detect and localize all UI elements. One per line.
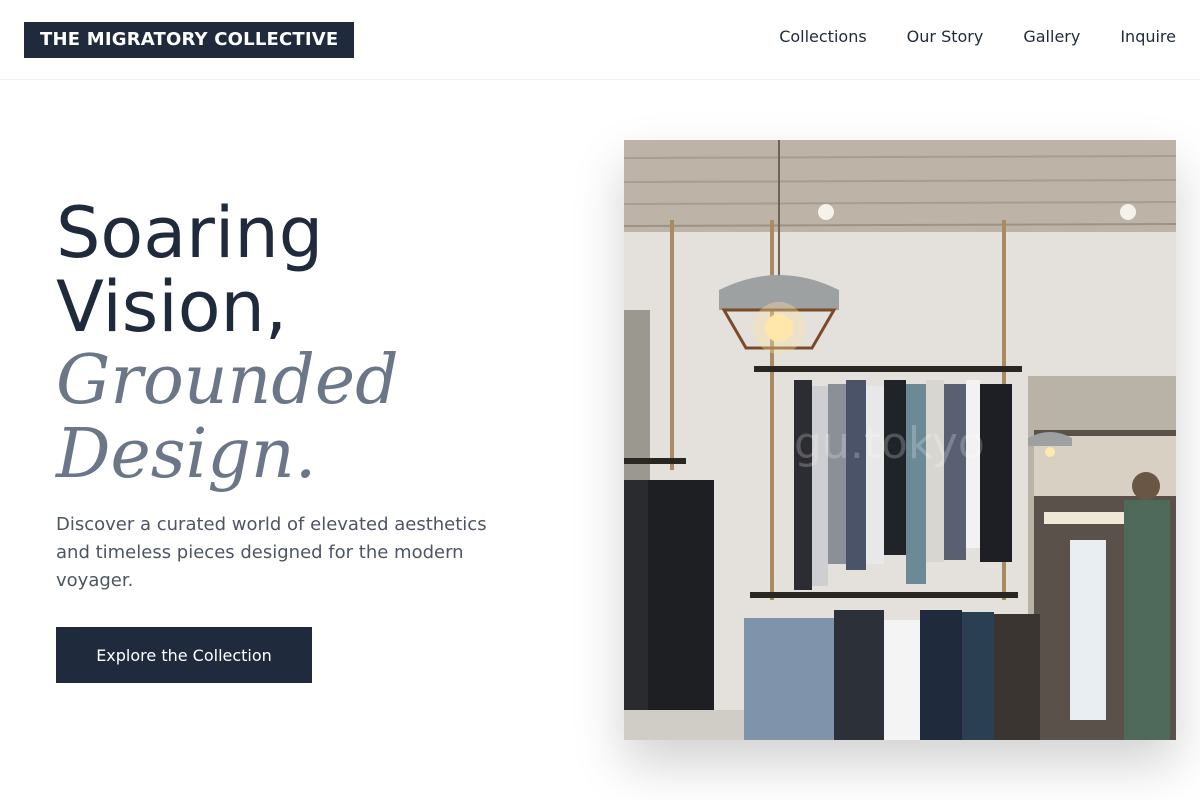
hero-description: Discover a curated world of elevated aes… xyxy=(56,514,487,591)
hero-title-line-4: Design. xyxy=(56,415,317,494)
hero-image: gu.tokyo xyxy=(624,140,1176,740)
nav-link-our-story[interactable]: Our Story xyxy=(907,26,984,48)
hero-title-line-3: Grounded xyxy=(56,341,399,420)
nav-link-collections[interactable]: Collections xyxy=(779,26,866,48)
nav-link-gallery[interactable]: Gallery xyxy=(1023,26,1080,48)
image-watermark: gu.tokyo xyxy=(794,418,985,469)
explore-collection-button[interactable]: Explore the Collection xyxy=(56,627,312,683)
store-interior-illustration: gu.tokyo xyxy=(624,140,1176,740)
hero-title: Soaring Vision, Grounded Design. xyxy=(56,196,536,492)
hero-title-line-1: Soaring xyxy=(56,192,324,274)
main-nav: Collections Our Story Gallery Inquire xyxy=(779,26,1176,48)
nav-link-inquire[interactable]: Inquire xyxy=(1120,26,1176,48)
logo[interactable]: THE MIGRATORY COLLECTIVE xyxy=(24,22,355,58)
hero-title-line-2: Vision, xyxy=(56,266,288,348)
site-header: THE MIGRATORY COLLECTIVE Collections Our… xyxy=(0,0,1200,80)
